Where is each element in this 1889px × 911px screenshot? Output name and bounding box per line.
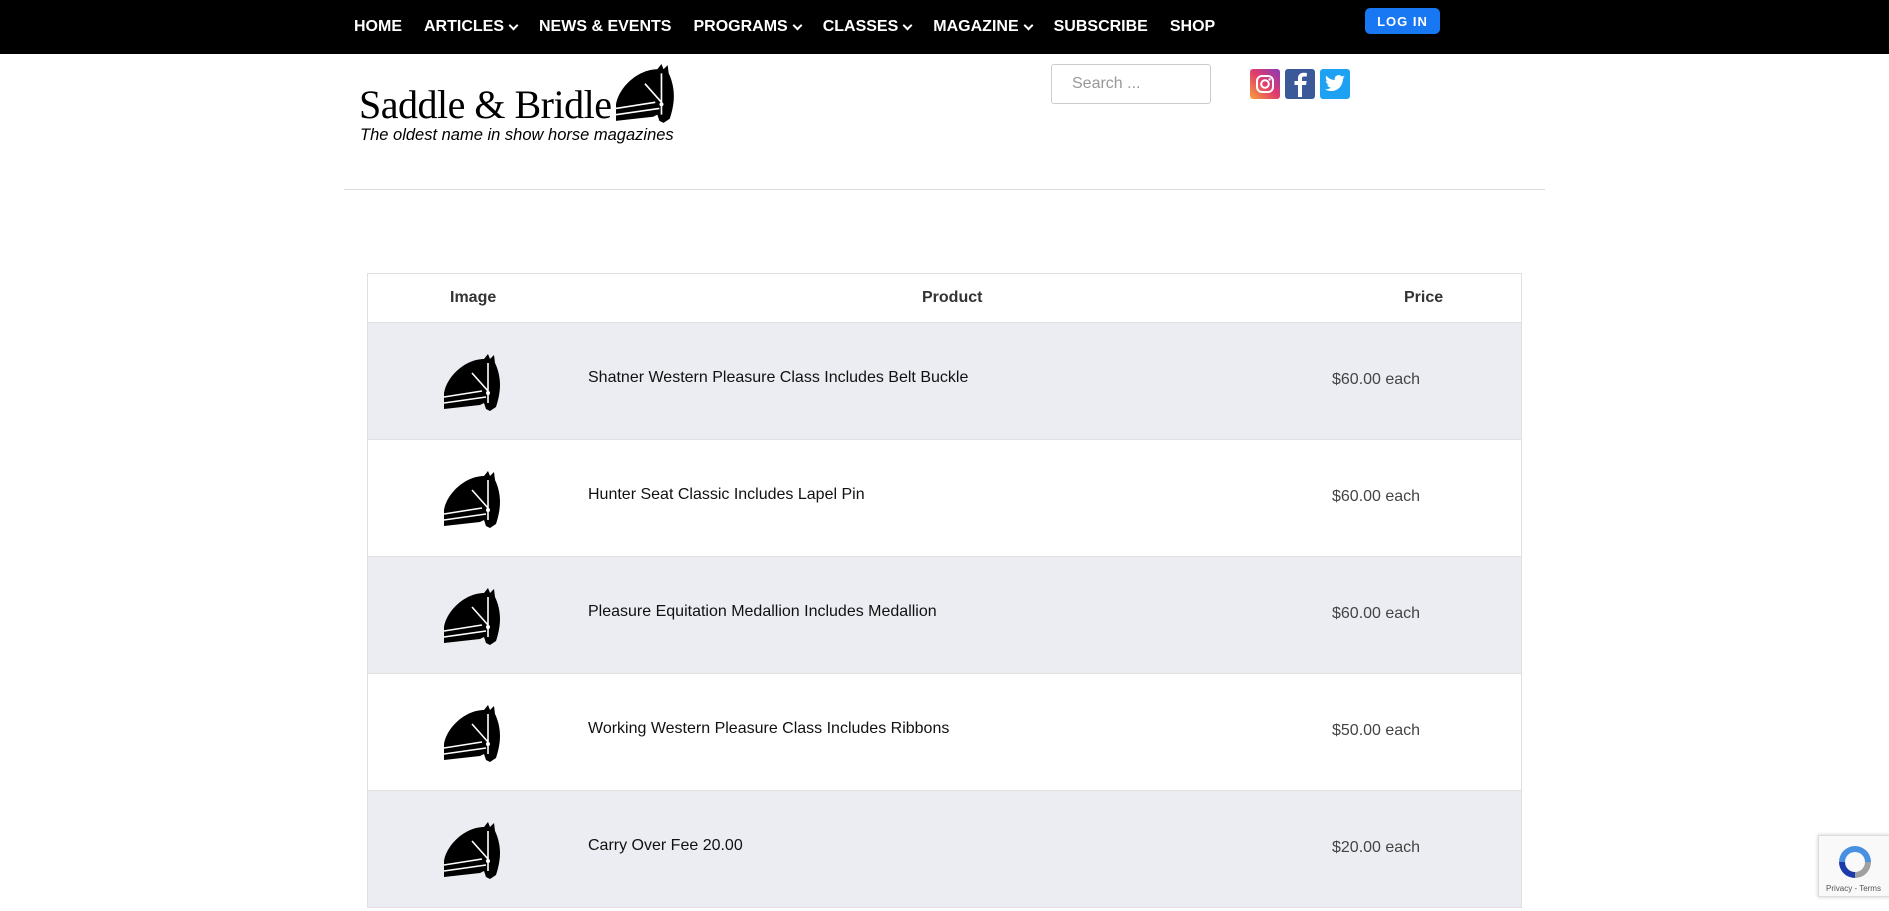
logo-tagline: The oldest name in show horse magazines xyxy=(360,126,674,144)
horse-head-icon[interactable] xyxy=(442,821,506,881)
nav-classes-label: CLASSES xyxy=(822,18,899,35)
instagram-icon[interactable] xyxy=(1250,69,1280,99)
nav-magazine[interactable]: MAGAZINE xyxy=(933,18,1034,36)
main-nav: HOME ARTICLES NEWS & EVENTS PROGRAMS CLA… xyxy=(354,0,1237,54)
nav-programs-label: PROGRAMS xyxy=(693,18,788,35)
table-row[interactable]: Working Western Pleasure Class Includes … xyxy=(368,674,1521,791)
product-price: $60.00 each xyxy=(1332,488,1421,505)
header-image: Image xyxy=(450,289,497,306)
product-price: $60.00 each xyxy=(1332,371,1421,388)
nav-classes[interactable]: CLASSES xyxy=(822,18,913,36)
horse-head-icon[interactable] xyxy=(442,587,506,647)
header-product: Product xyxy=(922,289,983,306)
nav-shop-label: SHOP xyxy=(1169,18,1216,35)
recaptcha-badge[interactable]: Privacy - Terms xyxy=(1818,835,1889,897)
chevron-down-icon xyxy=(508,20,519,31)
header-divider xyxy=(344,189,1545,190)
table-row[interactable]: Carry Over Fee 20.00 $20.00 each xyxy=(368,791,1521,908)
chevron-down-icon xyxy=(792,20,803,31)
product-price: $60.00 each xyxy=(1332,605,1421,622)
nav-magazine-label: MAGAZINE xyxy=(933,18,1019,35)
nav-subscribe[interactable]: SUBSCRIBE xyxy=(1054,18,1148,36)
product-price: $50.00 each xyxy=(1332,722,1421,739)
header-price: Price xyxy=(1404,289,1444,306)
product-table: Image Product Price Shatner Western Plea… xyxy=(367,273,1522,908)
product-name[interactable]: Hunter Seat Classic Includes Lapel Pin xyxy=(588,486,865,504)
product-price: $20.00 each xyxy=(1332,839,1421,856)
search-field[interactable] xyxy=(1051,64,1211,104)
product-name[interactable]: Shatner Western Pleasure Class Includes … xyxy=(588,369,968,387)
nav-articles-label: ARTICLES xyxy=(424,18,504,35)
table-header: Image Product Price xyxy=(368,274,1521,323)
product-name[interactable]: Pleasure Equitation Medallion Includes M… xyxy=(588,603,937,621)
search-input[interactable] xyxy=(1052,65,1210,103)
nav-programs[interactable]: PROGRAMS xyxy=(693,18,803,36)
nav-news-events[interactable]: NEWS & EVENTS xyxy=(539,18,671,36)
site-logo[interactable]: Saddle & Bridle The oldest name in show … xyxy=(357,63,679,147)
top-navbar: HOME ARTICLES NEWS & EVENTS PROGRAMS CLA… xyxy=(0,0,1889,54)
horse-head-icon xyxy=(612,63,682,125)
chevron-down-icon xyxy=(902,20,913,31)
chevron-down-icon xyxy=(1023,20,1034,31)
logo-title: Saddle & Bridle xyxy=(359,82,612,127)
horse-head-icon[interactable] xyxy=(442,704,506,764)
nav-articles[interactable]: ARTICLES xyxy=(424,18,519,36)
nav-shop[interactable]: SHOP xyxy=(1170,18,1215,36)
table-row[interactable]: Shatner Western Pleasure Class Includes … xyxy=(368,323,1521,440)
table-row[interactable]: Hunter Seat Classic Includes Lapel Pin $… xyxy=(368,440,1521,557)
nav-subscribe-label: SUBSCRIBE xyxy=(1053,18,1148,35)
product-name[interactable]: Carry Over Fee 20.00 xyxy=(588,837,743,855)
recaptcha-text[interactable]: Privacy - Terms xyxy=(1826,884,1881,893)
horse-head-icon[interactable] xyxy=(442,353,506,413)
nav-home[interactable]: HOME xyxy=(354,18,402,36)
nav-home-label: HOME xyxy=(354,18,402,35)
login-button[interactable]: LOG IN xyxy=(1365,8,1440,34)
table-row[interactable]: Pleasure Equitation Medallion Includes M… xyxy=(368,557,1521,674)
horse-head-icon[interactable] xyxy=(442,470,506,530)
twitter-icon[interactable] xyxy=(1320,69,1350,99)
recaptcha-icon xyxy=(1839,846,1871,878)
nav-news-events-label: NEWS & EVENTS xyxy=(539,18,672,35)
facebook-icon[interactable] xyxy=(1285,69,1315,99)
product-name[interactable]: Working Western Pleasure Class Includes … xyxy=(588,720,949,738)
